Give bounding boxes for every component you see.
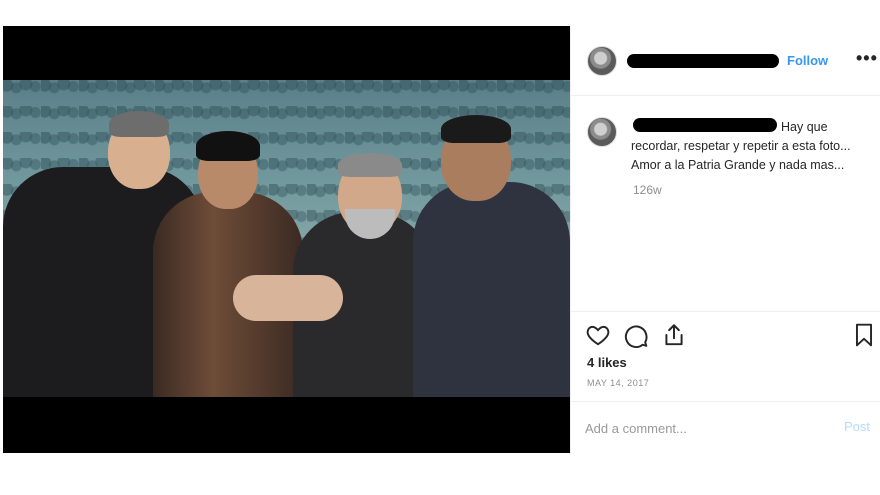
photo-person-4 (413, 115, 570, 397)
author-avatar[interactable] (587, 46, 617, 76)
likes-count[interactable]: 4 likes (587, 355, 627, 370)
comment-icon[interactable] (623, 322, 649, 348)
bookmark-icon[interactable] (851, 322, 877, 348)
photo-person-2 (153, 117, 303, 397)
heart-icon[interactable] (585, 322, 611, 348)
post-time-ago[interactable]: 126w (633, 183, 662, 197)
post-comment-button[interactable]: Post (844, 419, 870, 434)
follow-button[interactable]: Follow (787, 53, 828, 68)
post-header: Follow ••• (571, 26, 880, 96)
caption-text: Hay que recordar, respetar y repetir a e… (631, 120, 851, 172)
post-date: MAY 14, 2017 (587, 378, 650, 388)
post-media[interactable] (3, 26, 570, 453)
post-sidebar: Follow ••• Hay que recordar, respetar y … (570, 26, 880, 453)
comment-bar: Post (571, 401, 880, 453)
more-options-icon[interactable]: ••• (856, 48, 878, 69)
photo-person-3 (293, 117, 433, 397)
caption-author-avatar[interactable] (587, 117, 617, 147)
photo-joined-hands (233, 275, 343, 321)
post-actions: 4 likes MAY 14, 2017 (571, 311, 880, 401)
instagram-post: Follow ••• Hay que recordar, respetar y … (0, 26, 880, 455)
post-photo[interactable] (3, 80, 570, 397)
share-icon[interactable] (661, 322, 687, 348)
comment-input[interactable] (585, 417, 825, 439)
redacted-username (627, 54, 779, 68)
